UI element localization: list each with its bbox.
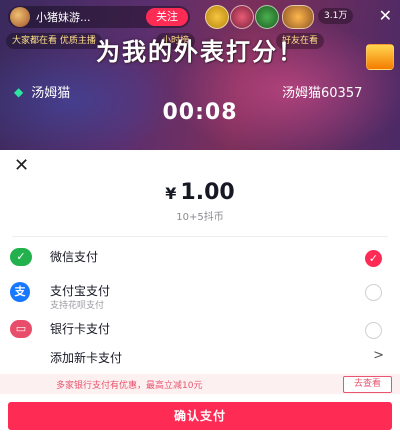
wechat-pay-icon: ✓	[10, 248, 32, 266]
currency-symbol: ¥	[165, 184, 177, 203]
host-info[interactable]: 小猪妹游... 关注	[8, 6, 190, 28]
viewer-avatar[interactable]	[282, 5, 314, 29]
host-avatar[interactable]	[10, 7, 30, 27]
player-right: 汤姆猫60357	[282, 82, 362, 101]
viewer-avatar[interactable]	[205, 5, 229, 29]
viewer-count[interactable]: 3.1万	[318, 8, 354, 24]
live-stream-view: 小猪妹游... 关注 3.1万 ✕ 大家都在看 优质主播 小时榜 好友在看 为我…	[0, 0, 400, 150]
payment-amount: ¥1.00	[0, 180, 400, 205]
radio-selected[interactable]: ✓	[365, 250, 382, 267]
radio-unselected[interactable]	[365, 322, 382, 339]
follow-button[interactable]: 关注	[146, 8, 188, 26]
chevron-right-icon: >	[373, 348, 384, 363]
player-right-name: 汤姆猫60357	[282, 86, 363, 101]
method-label: 微信支付	[50, 250, 99, 264]
confirm-payment-button[interactable]: 确认支付	[8, 402, 392, 430]
amount-value: 1.00	[180, 180, 235, 205]
viewer-avatar[interactable]	[255, 5, 279, 29]
amount-detail: 10+5抖币	[176, 212, 224, 223]
add-card-label: 添加新卡支付	[50, 351, 123, 365]
payment-sheet: ✕ ¥1.00 10+5抖币 ✓ 微信支付 ✓ 支 支付宝支付 支持花呗支付 ▭…	[0, 150, 400, 442]
viewer-avatar[interactable]	[230, 5, 254, 29]
close-stream-icon[interactable]: ✕	[379, 6, 392, 26]
countdown-timer: 00:08	[162, 100, 238, 125]
radio-unselected[interactable]	[365, 284, 382, 301]
divider	[12, 236, 388, 237]
bank-card-icon: ▭	[10, 320, 32, 338]
host-name: 小猪妹游...	[36, 11, 91, 24]
method-label: 银行卡支付	[50, 322, 111, 336]
payment-method-bank-card[interactable]: ▭ 银行卡支付	[0, 314, 400, 346]
method-sublabel: 支持花呗支付	[50, 301, 105, 311]
stream-title: 为我的外表打分！	[96, 38, 304, 66]
add-new-card-row[interactable]: 添加新卡支付 >	[0, 346, 400, 368]
player-left: ◆ 汤姆猫	[14, 82, 71, 102]
method-label: 支付宝支付	[50, 284, 111, 298]
promo-banner: 多家银行支付有优惠，最高立减10元 去查看	[0, 374, 400, 394]
alipay-icon: 支	[10, 282, 30, 302]
close-icon[interactable]: ✕	[14, 156, 29, 176]
payment-method-wechat[interactable]: ✓ 微信支付 ✓	[0, 242, 400, 274]
payment-method-alipay[interactable]: 支 支付宝支付 支持花呗支付	[0, 276, 400, 311]
player-icon: ◆	[14, 84, 24, 99]
promo-text: 多家银行支付有优惠，最高立减10元	[56, 381, 203, 391]
player-left-name: 汤姆猫	[31, 86, 71, 101]
promo-view-button[interactable]: 去查看	[342, 376, 392, 393]
